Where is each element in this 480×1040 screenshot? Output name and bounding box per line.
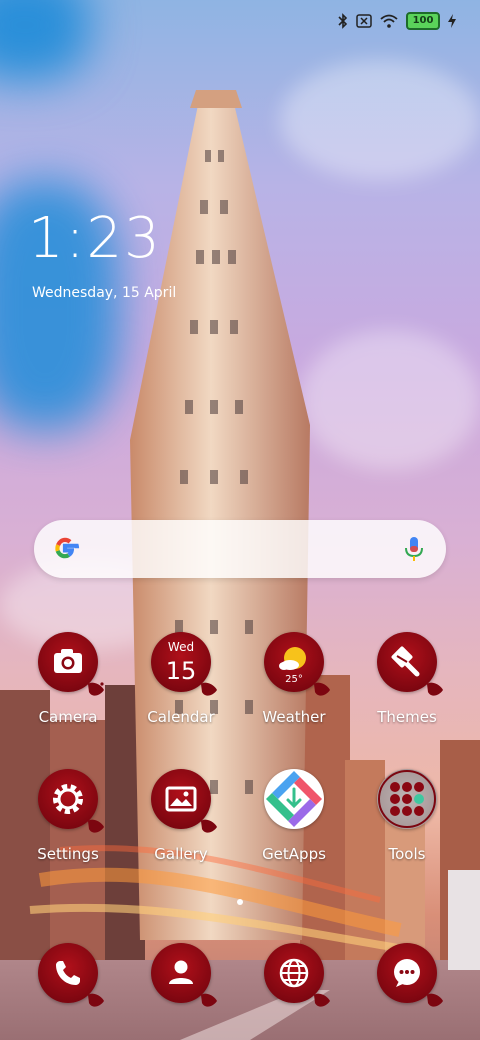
charging-icon [448,14,456,28]
weather-icon: 25° [264,632,330,696]
no-sim-icon [356,14,372,28]
phone-icon [38,943,104,1007]
clock-date[interactable]: Wednesday, 15 April [32,285,176,301]
dock-contacts[interactable] [126,943,236,1007]
app-weather[interactable]: 25° Weather [239,632,349,726]
wifi-icon [380,14,398,28]
calendar-icon: Wed 15 [151,632,217,696]
app-label: Settings [37,845,99,863]
page-dot-current [237,899,243,905]
app-themes[interactable]: Themes [352,632,462,726]
app-label: Themes [377,708,437,726]
app-camera[interactable]: Camera [13,632,123,726]
status-bar: 100 [0,0,480,44]
app-label: Tools [388,845,426,863]
battery-icon: 100 [406,12,440,30]
browser-icon [264,943,330,1007]
app-getapps[interactable]: GetApps [239,769,349,863]
dock-browser[interactable] [239,943,349,1007]
folder-tools[interactable]: Tools [352,769,462,863]
app-gallery[interactable]: Gallery [126,769,236,863]
clock-time[interactable]: 1:23 [28,206,162,271]
app-settings[interactable]: Settings [13,769,123,863]
microphone-icon[interactable] [404,536,424,564]
app-label: Camera [38,708,98,726]
dock-messages[interactable] [352,943,462,1007]
app-label: Gallery [154,845,208,863]
paintbrush-icon [377,632,443,696]
contacts-icon [151,943,217,1007]
gear-icon [38,769,104,833]
page-indicator [0,899,480,905]
tools-folder-icon [377,769,437,829]
calendar-day: Wed [167,640,195,654]
dock-phone[interactable] [13,943,123,1007]
camera-icon [38,632,104,696]
messages-icon [377,943,443,1007]
picture-icon [151,769,217,833]
google-search-bar[interactable] [34,520,446,578]
app-calendar[interactable]: Wed 15 Calendar [126,632,236,726]
app-label: Weather [262,708,326,726]
app-label: GetApps [262,845,326,863]
getapps-icon [264,769,324,829]
bluetooth-icon [338,13,348,29]
google-g-icon [55,537,80,559]
app-label: Calendar [147,708,215,726]
